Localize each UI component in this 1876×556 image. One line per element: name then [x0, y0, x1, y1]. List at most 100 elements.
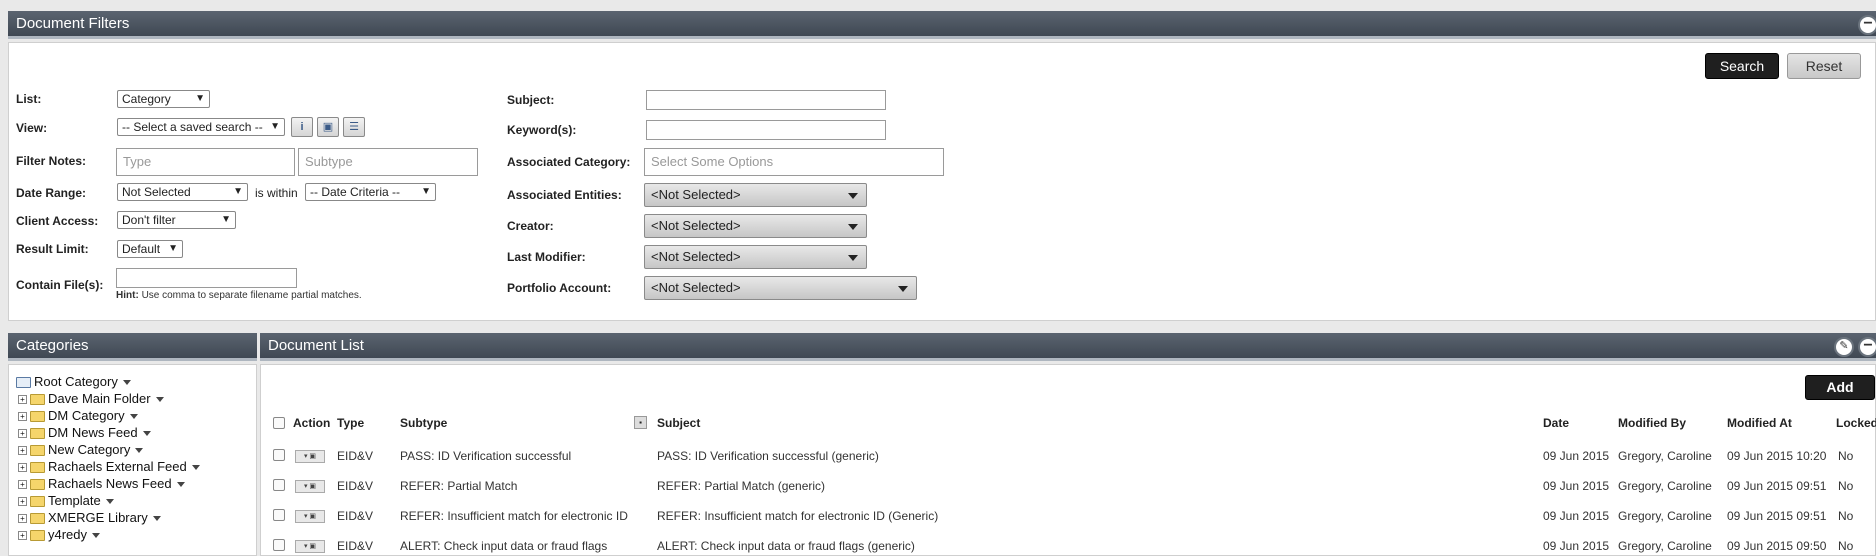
date-criteria-select[interactable]: -- Date Criteria -- ▼	[305, 183, 436, 201]
view-select[interactable]: -- Select a saved search -- ▼	[117, 118, 285, 136]
row-checkbox[interactable]	[273, 539, 285, 551]
expand-icon[interactable]: +	[18, 497, 27, 507]
chevron-down-icon[interactable]	[191, 465, 200, 471]
col-subtype[interactable]: Subtype	[400, 416, 447, 430]
associated-category-label: Associated Category:	[507, 155, 631, 169]
tree-root-category[interactable]: Root Category	[16, 374, 131, 390]
cell-modified-at: 09 Jun 2015 09:51	[1727, 509, 1827, 523]
cell-subtype: ALERT: Check input data or fraud flags	[400, 539, 608, 553]
row-action-menu[interactable]: ▾ ▣	[295, 480, 325, 493]
col-locked[interactable]: Locked	[1836, 416, 1876, 430]
folder-icon	[30, 428, 45, 440]
creator-value: <Not Selected>	[651, 218, 741, 233]
row-action-menu[interactable]: ▾ ▣	[295, 540, 325, 553]
collapse-filters-icon[interactable]: −	[1858, 15, 1876, 35]
chevron-down-icon: ▼	[195, 93, 205, 104]
tree-item[interactable]: + Dave Main Folder	[18, 391, 164, 407]
list-icon[interactable]: ☰	[343, 117, 365, 137]
tree-item[interactable]: + y4redy	[18, 527, 101, 543]
chevron-down-icon: ▼	[270, 121, 280, 132]
folder-icon	[30, 513, 45, 525]
cell-subject: REFER: Partial Match (generic)	[657, 479, 826, 493]
tree-item[interactable]: + Rachaels News Feed	[18, 476, 185, 492]
tree-item[interactable]: + New Category	[18, 442, 144, 458]
chevron-down-icon	[848, 193, 858, 199]
info-icon[interactable]: i	[291, 117, 313, 137]
cell-locked: No	[1838, 479, 1854, 493]
chevron-down-icon[interactable]	[129, 414, 138, 420]
date-range-select[interactable]: Not Selected ▼	[117, 183, 248, 201]
chevron-down-icon[interactable]	[155, 397, 164, 403]
last-modifier-select[interactable]: <Not Selected>	[644, 245, 867, 269]
cell-type: EID&V	[337, 479, 374, 493]
subject-label: Subject:	[507, 93, 555, 107]
subject-input[interactable]	[646, 90, 886, 110]
chevron-down-icon[interactable]	[92, 533, 101, 539]
select-all-checkbox[interactable]	[273, 417, 285, 429]
add-button[interactable]: Add	[1805, 375, 1875, 400]
tree-item[interactable]: + Template	[18, 493, 114, 509]
tree-item[interactable]: + Rachaels External Feed	[18, 459, 200, 475]
cell-modified-by: Gregory, Caroline	[1618, 479, 1712, 493]
col-subject[interactable]: Subject	[657, 416, 700, 430]
tree-item[interactable]: + XMERGE Library	[18, 510, 161, 526]
save-icon[interactable]: ▣	[317, 117, 339, 137]
row-checkbox[interactable]	[273, 479, 285, 491]
reset-button[interactable]: Reset	[1787, 53, 1861, 79]
expand-icon[interactable]: +	[18, 480, 27, 490]
list-select-value: Category	[122, 92, 171, 106]
cell-modified-by: Gregory, Caroline	[1618, 539, 1712, 553]
collapse-list-icon[interactable]: −	[1858, 337, 1876, 357]
chevron-down-icon[interactable]	[105, 499, 114, 505]
tree-item[interactable]: + DM Category	[18, 408, 138, 424]
keywords-input[interactable]	[646, 120, 886, 140]
associated-category-input[interactable]: Select Some Options	[644, 148, 944, 176]
expand-icon[interactable]: +	[18, 395, 27, 405]
col-modified-by[interactable]: Modified By	[1618, 416, 1686, 430]
row-checkbox[interactable]	[273, 449, 285, 461]
subtype-input[interactable]: Subtype	[298, 148, 478, 176]
creator-select[interactable]: <Not Selected>	[644, 214, 867, 238]
contain-files-input[interactable]	[116, 268, 297, 288]
row-action-menu[interactable]: ▾ ▣	[295, 510, 325, 523]
hint-text: Use comma to separate filename partial m…	[141, 290, 362, 301]
col-date[interactable]: Date	[1543, 416, 1569, 430]
associated-entities-select[interactable]: <Not Selected>	[644, 183, 867, 207]
col-modified-at[interactable]: Modified At	[1727, 416, 1792, 430]
cell-subject: REFER: Insufficient match for electronic…	[657, 509, 939, 523]
document-list-title: Document List	[268, 337, 364, 354]
expand-icon[interactable]: +	[18, 446, 27, 456]
document-list-header: Document List ✎ −	[260, 333, 1876, 361]
col-action[interactable]: Action	[293, 416, 330, 430]
portfolio-account-select[interactable]: <Not Selected>	[644, 276, 917, 300]
chevron-down-icon[interactable]	[135, 448, 144, 454]
result-limit-label: Result Limit:	[16, 242, 89, 256]
result-limit-select[interactable]: Default ▼	[117, 240, 183, 258]
chevron-down-icon	[848, 255, 858, 261]
search-button[interactable]: Search	[1705, 53, 1779, 79]
chevron-down-icon[interactable]	[122, 380, 131, 386]
chevron-down-icon[interactable]	[142, 431, 151, 437]
categories-header: Categories	[8, 333, 257, 361]
row-action-menu[interactable]: ▾ ▣	[295, 450, 325, 463]
expand-icon[interactable]: +	[18, 412, 27, 422]
tree-item[interactable]: + DM News Feed	[18, 425, 151, 441]
portfolio-account-label: Portfolio Account:	[507, 281, 612, 295]
chevron-down-icon: ▼	[168, 243, 178, 254]
document-filters-title: Document Filters	[16, 15, 130, 32]
chevron-down-icon[interactable]	[152, 516, 161, 522]
client-access-select[interactable]: Don't filter ▼	[117, 211, 236, 229]
expand-icon[interactable]: +	[18, 429, 27, 439]
list-select[interactable]: Category ▼	[117, 90, 210, 108]
folder-icon	[30, 479, 45, 491]
wrench-icon[interactable]: ✎	[1834, 337, 1854, 357]
tree-item-label: New Category	[48, 442, 131, 457]
last-modifier-label: Last Modifier:	[507, 250, 586, 264]
expand-icon[interactable]: +	[18, 463, 27, 473]
chevron-down-icon[interactable]	[176, 482, 185, 488]
type-input[interactable]: Type	[116, 148, 295, 176]
expand-icon[interactable]: +	[18, 531, 27, 541]
col-type[interactable]: Type	[337, 416, 364, 430]
row-checkbox[interactable]	[273, 509, 285, 521]
expand-icon[interactable]: +	[18, 514, 27, 524]
